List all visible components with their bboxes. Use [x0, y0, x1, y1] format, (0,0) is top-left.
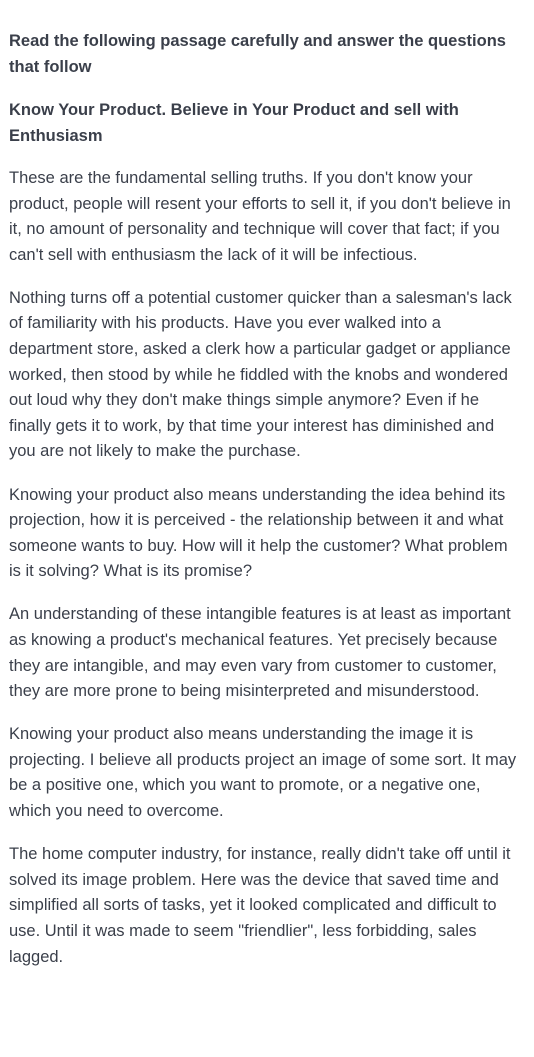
paragraph-2: Nothing turns off a potential customer q… — [9, 288, 512, 461]
paragraph-6: The home computer industry, for instance… — [9, 845, 511, 966]
paragraph-4: An understanding of these intangible fea… — [9, 605, 511, 701]
passage-heading: Know Your Product. Believe in Your Produ… — [9, 101, 459, 145]
paragraph-3: Knowing your product also means understa… — [9, 485, 508, 581]
paragraph-5: Knowing your product also means understa… — [9, 725, 517, 821]
paragraph-1: These are the fundamental selling truths… — [9, 169, 511, 264]
instruction-text: Read the following passage carefully and… — [9, 32, 506, 76]
passage-container: Read the following passage carefully and… — [0, 0, 534, 970]
